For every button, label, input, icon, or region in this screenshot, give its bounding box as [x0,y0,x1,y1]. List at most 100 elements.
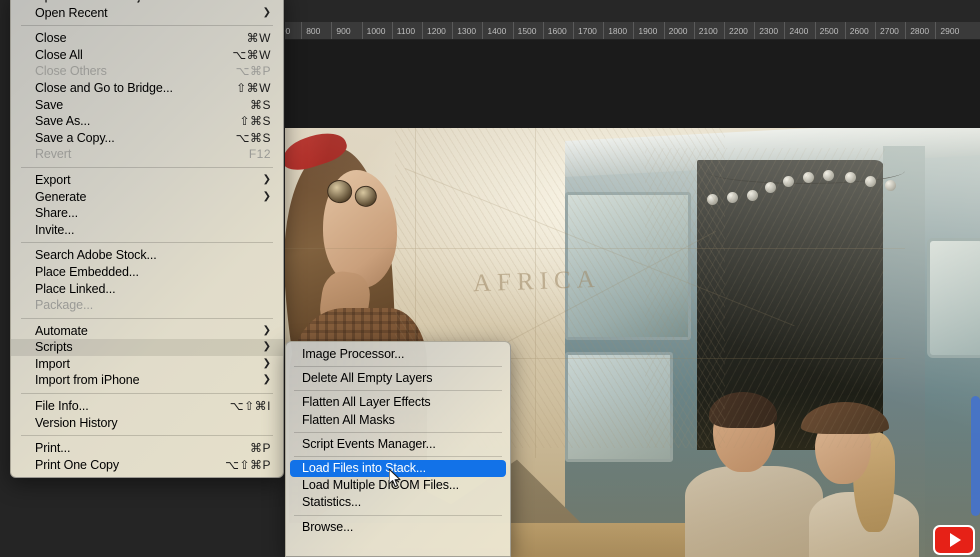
menu-item-place-embedded[interactable]: Place Embedded... [11,264,283,281]
menu-item-label: Automate [35,323,88,338]
ruler-tick: 1600 [542,22,567,39]
menu-item-print-one-copy[interactable]: Print One Copy ⌥⇧⌘P [11,457,283,474]
menu-item-label: Generate [35,189,87,204]
menu-item-script-events-manager[interactable]: Script Events Manager... [286,436,510,453]
menu-item-shortcut: ⌥⇧⌘P [225,457,271,472]
ruler-tick: 1500 [512,22,537,39]
ruler-tick: 2300 [754,22,778,39]
ruler-tick: 2400 [784,22,808,39]
ruler-tick: 1700 [573,22,597,39]
canvas-top-strip [285,0,980,22]
menu-item-version-history[interactable]: Version History [11,415,283,432]
menu-separator [21,435,273,437]
ruler-tick: 800 [301,22,320,39]
menu-item-label: Revert [35,147,72,162]
menu-item-automate[interactable]: Automate ❯ [11,323,283,340]
photoshop-window: 700 800 900 1000 1100 1200 1300 1400 1500 1600 170… [0,0,980,557]
ruler-tick: 2200 [724,22,748,39]
menu-item-label: Share... [35,206,78,221]
ruler-tick: 1400 [482,22,506,39]
chevron-right-icon: ❯ [262,6,271,18]
ruler-tick: 1800 [603,22,627,39]
menu-item-label: Export [35,172,71,187]
menu-item-label: Script Events Manager... [302,436,436,451]
menu-item-generate[interactable]: Generate ❯ [11,189,283,206]
scripts-submenu[interactable]: Image Processor... Delete All Empty Layer… [285,341,511,557]
menu-item-scripts[interactable]: Scripts ❯ [11,339,283,356]
menu-item-label: Close All [35,47,83,62]
menu-item-browse[interactable]: Browse... [286,519,510,536]
menu-item-label: Import [35,356,70,371]
menu-separator [21,393,273,395]
menu-item-shortcut: ⌘S [249,97,271,112]
menu-item-import[interactable]: Import ❯ [11,356,283,373]
menu-item-load-multiple-dicom-files[interactable]: Load Multiple DICOM Files... [286,477,510,494]
map-hatching-b [645,148,885,448]
file-menu[interactable]: Open as Smart Object...Open Recent❯Close… [10,0,284,479]
menu-item-image-processor[interactable]: Image Processor... [286,346,510,363]
menu-item-search-adobe-stock[interactable]: Search Adobe Stock... [11,247,283,264]
menu-item-label: Print... [35,441,71,456]
menu-item-label: Delete All Empty Layers [302,371,433,386]
ruler-tick: 1900 [633,22,657,39]
menu-item-label: Scripts [35,340,73,355]
menu-item-save-a-copy[interactable]: Save a Copy... ⌥⌘S [11,130,283,147]
menu-item-shortcut: F12 [248,147,271,162]
ruler-tick: 2500 [814,22,839,39]
ruler-tick: 2100 [693,22,718,39]
menu-item-close-others: Close Others ⌥⌘P [11,63,283,80]
menu-item-flatten-all-masks[interactable]: Flatten All Masks [286,412,510,429]
menu-item-delete-all-empty-layers[interactable]: Delete All Empty Layers [286,370,510,387]
menu-item-flatten-all-layer-effects[interactable]: Flatten All Layer Effects [286,394,510,411]
menu-item-save[interactable]: Save ⌘S [11,97,283,114]
menu-item-label: Load Files into Stack... [302,460,427,475]
menu-item-close-and-go-to-bridge[interactable]: Close and Go to Bridge... ⇧⌘W [11,80,283,97]
menu-item-statistics[interactable]: Statistics... [286,494,510,511]
menu-item-shortcut: ⇧⌘W [236,80,271,95]
menu-item-place-linked[interactable]: Place Linked... [11,281,283,298]
menu-item-shortcut: ⌥⇧⌘I [229,399,271,414]
menu-separator [294,390,502,392]
menu-item-shortcut: ⌥⌘P [235,64,271,79]
menu-item-close[interactable]: Close ⌘W [11,30,283,47]
menu-item-import-from-iphone[interactable]: Import from iPhone ❯ [11,372,283,389]
menu-item-open-recent[interactable]: Open Recent ❯ [11,5,283,22]
africa-text-overlay: AFRICA [472,265,602,298]
menu-item-invite[interactable]: Invite... [11,222,283,239]
menu-item-label: Place Embedded... [35,264,139,279]
ruler-tick: 2600 [844,22,869,39]
map-gridline [285,248,905,249]
ruler-tick: 700 [285,22,290,39]
menu-item-export[interactable]: Export ❯ [11,172,283,189]
menu-item-shortcut: ⌘W [246,31,271,46]
vertical-scrollbar[interactable] [971,396,980,516]
menu-separator [294,431,502,433]
ruler-tick: 1000 [361,22,386,39]
menu-item-label: Invite... [35,222,75,237]
menu-item-shortcut: ⌥⌘S [235,130,271,145]
menu-item-package: Package... [11,297,283,314]
menu-separator [21,242,273,244]
menu-item-label: Close [35,31,67,46]
chevron-right-icon: ❯ [262,374,271,386]
menu-item-share[interactable]: Share... [11,205,283,222]
chevron-right-icon: ❯ [262,357,271,369]
horizontal-ruler[interactable]: 700 800 900 1000 1100 1200 1300 1400 1500 1600 170… [285,22,980,40]
menu-item-save-as[interactable]: Save As... ⇧⌘S [11,113,283,130]
menu-separator [21,317,273,319]
menu-item-label: Save a Copy... [35,130,115,145]
menu-item-close-all[interactable]: Close All ⌥⌘W [11,47,283,64]
menu-item-load-files-into-stack[interactable]: Load Files into Stack... [290,459,506,478]
document-background-gap [285,40,980,128]
ruler-tick: 2900 [935,22,959,39]
menu-item-print[interactable]: Print... ⌘P [11,440,283,457]
menu-item-label: Package... [35,298,94,313]
menu-separator [21,166,273,168]
menu-item-label: Print One Copy [35,457,120,472]
menu-item-label: Import from iPhone [35,373,140,388]
menu-item-label: Close and Go to Bridge... [35,80,173,95]
menu-item-label: Close Others [35,64,107,79]
ruler-tick: 2800 [905,22,929,39]
menu-item-file-info[interactable]: File Info... ⌥⇧⌘I [11,398,283,415]
menu-item-label: Load Multiple DICOM Files... [302,478,459,493]
